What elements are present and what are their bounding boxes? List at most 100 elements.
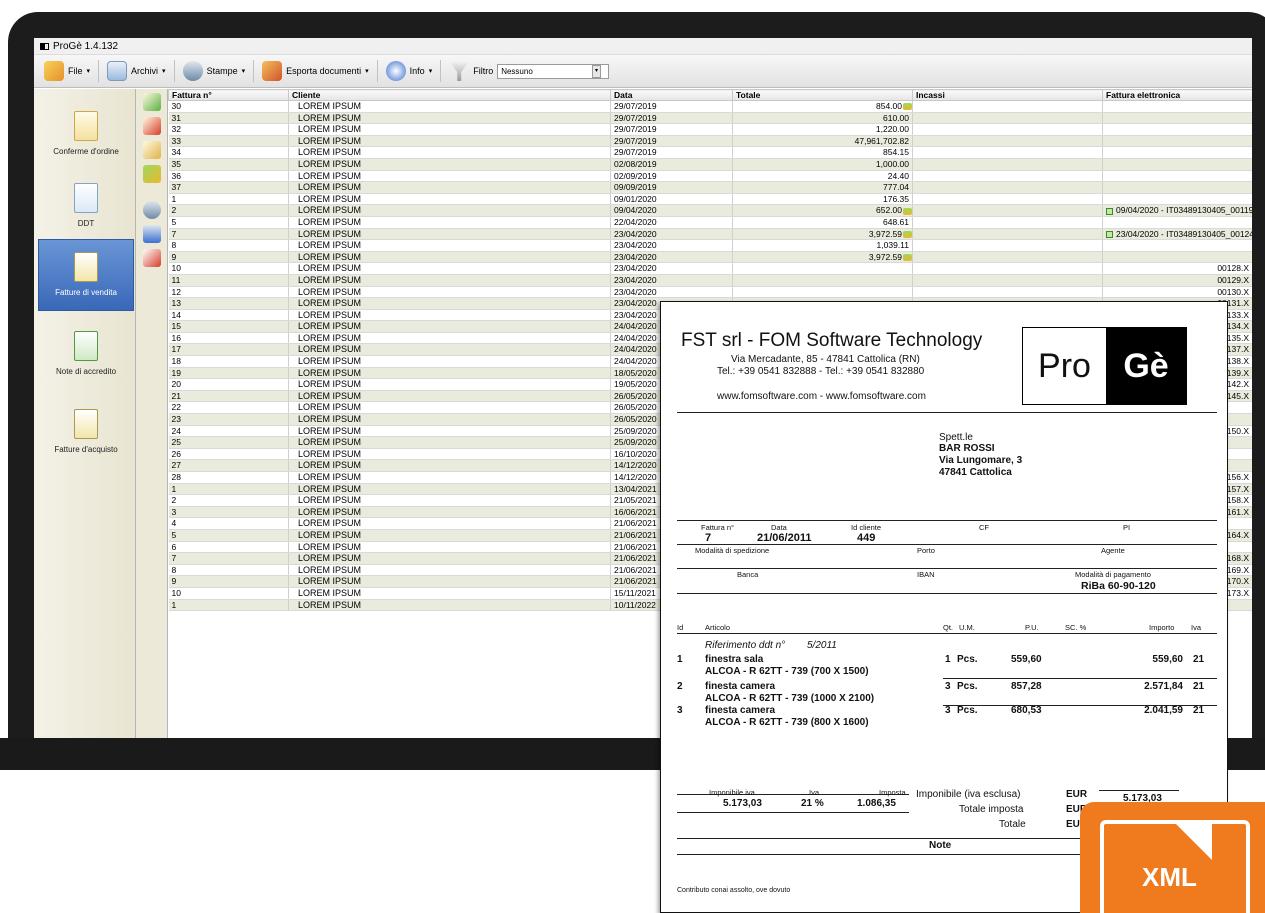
note-label: Note xyxy=(929,840,952,851)
cell-fattura-text: 16 xyxy=(171,332,181,343)
cell-fattura-text: 7 xyxy=(171,553,177,564)
table-row[interactable]: 36 LOREM IPSUM 02/09/2019 24.40 xyxy=(168,170,1252,183)
cell-fattura: 10 xyxy=(168,262,289,275)
cell-data-text: 15/11/2021 xyxy=(614,587,656,598)
cell-data-text: 10/11/2022 xyxy=(614,599,656,610)
table-row[interactable]: 37 LOREM IPSUM 09/09/2019 777.04 xyxy=(168,181,1252,194)
credit-note-icon xyxy=(74,331,98,361)
sidebar-item-fatture-vendita[interactable]: Fatture di vendita xyxy=(38,239,134,311)
table-row[interactable]: 2 LOREM IPSUM 09/04/2020 652.00 09/04/2020 -… xyxy=(168,204,1252,217)
payment-status-icon[interactable] xyxy=(903,207,912,215)
cell-data: 29/07/2019 xyxy=(610,146,733,159)
file-menu-button[interactable]: File ▾ xyxy=(38,57,96,85)
payment-status-icon[interactable] xyxy=(903,253,912,261)
company-address: Via Mercadante, 85 - 47841 Cattolica (RN… xyxy=(731,354,920,365)
cell-fattura-text: 19 xyxy=(171,367,181,378)
cell-data-text: 29/07/2019 xyxy=(614,101,657,111)
table-row[interactable]: 1 LOREM IPSUM 09/01/2020 176.35 xyxy=(168,193,1252,206)
column-header-fattura[interactable]: Fattura n° xyxy=(168,89,289,101)
cell-data-text: 02/09/2019 xyxy=(614,170,657,181)
recipient-street: Via Lungomare, 3 xyxy=(939,455,1023,466)
cell-data: 22/04/2020 xyxy=(610,216,733,229)
divider xyxy=(677,412,1217,413)
payment-status-icon[interactable] xyxy=(903,230,912,238)
payment-icon[interactable] xyxy=(143,165,161,183)
cell-cliente: LOREM IPSUM xyxy=(288,343,611,357)
printer-icon xyxy=(182,61,203,81)
archivi-menu-button[interactable]: Archivi ▾ xyxy=(101,57,172,85)
cell-data-text: 21/05/2021 xyxy=(614,495,657,506)
table-row[interactable]: 33 LOREM IPSUM 29/07/2019 47,961,702.82 xyxy=(168,135,1252,148)
table-row[interactable]: 30 LOREM IPSUM 29/07/2019 854.00 xyxy=(168,100,1252,113)
cell-cliente: LOREM IPSUM xyxy=(288,297,611,310)
table-row[interactable]: 8 LOREM IPSUM 23/04/2020 1,039.11 xyxy=(168,239,1252,252)
imposta-label: Imposta xyxy=(879,788,906,797)
cell-data: 23/04/2020 xyxy=(610,251,733,264)
stampe-menu-button[interactable]: Stampe ▾ xyxy=(177,57,252,85)
filter-dropdown-button[interactable]: ▾ xyxy=(592,65,601,78)
cell-fattura-text: 13 xyxy=(171,298,181,309)
item-importo: 2.041,59 xyxy=(1144,705,1183,716)
edit-document-icon[interactable] xyxy=(143,141,161,159)
totale-imposta-label: Totale imposta xyxy=(959,804,1024,815)
cell-data-text: 22/04/2020 xyxy=(614,216,657,227)
e-invoice-text: 09/04/2020 - IT03489130405_00119.X xyxy=(1116,205,1252,216)
sidebar-item-conferme-ordine[interactable]: Conferme d'ordine xyxy=(38,99,134,171)
filtro-control: Filtro Nessuno xyxy=(443,57,615,85)
table-row[interactable]: 10 LOREM IPSUM 23/04/2020 00128.X xyxy=(168,262,1252,275)
table-row[interactable]: 11 LOREM IPSUM 23/04/2020 00129.X xyxy=(168,274,1252,287)
cell-fattura-text: 32 xyxy=(171,124,181,135)
table-row[interactable]: 34 LOREM IPSUM 29/07/2019 854.15 xyxy=(168,146,1252,159)
filtro-label: Filtro xyxy=(473,66,494,76)
cell-fattura: 7 xyxy=(168,228,289,241)
table-row[interactable]: 9 LOREM IPSUM 23/04/2020 3,972.59 xyxy=(168,251,1252,264)
cell-cliente: LOREM IPSUM xyxy=(288,401,611,415)
print-preview-icon[interactable] xyxy=(143,225,161,243)
cell-cliente-text: LOREM IPSUM xyxy=(298,367,362,378)
cell-fattura-elettronica: 23/04/2020 - IT03489130405_00124.X xyxy=(1102,228,1252,241)
cell-cliente-text: LOREM IPSUM xyxy=(298,356,362,367)
logo-right: Gè xyxy=(1106,328,1186,404)
agente-label: Agente xyxy=(1101,546,1125,555)
column-header-totale[interactable]: Totale xyxy=(732,89,913,101)
cell-fattura-elettronica xyxy=(1102,112,1252,125)
sidebar-item-note-accredito[interactable]: Note di accredito xyxy=(38,319,134,391)
table-row[interactable]: 5 LOREM IPSUM 22/04/2020 648.61 xyxy=(168,216,1252,229)
table-row[interactable]: 7 LOREM IPSUM 23/04/2020 3,972.59 23/04/2020… xyxy=(168,228,1252,241)
cell-totale: 777.04 xyxy=(732,181,913,194)
item-um: Pcs. xyxy=(957,654,978,665)
footer-note: Contributo conai assolto, ove dovuto xyxy=(677,887,791,894)
esporta-documenti-menu-button[interactable]: Esporta documenti ▾ xyxy=(256,57,375,85)
col-importo: Importo xyxy=(1149,623,1175,632)
payment-status-icon[interactable] xyxy=(903,103,912,111)
sidebar-item-ddt[interactable]: DDT xyxy=(38,171,134,243)
cell-fattura-text: 9 xyxy=(171,251,177,262)
column-header-cliente[interactable]: Cliente xyxy=(288,89,611,101)
cell-cliente-text: LOREM IPSUM xyxy=(298,112,362,123)
action-bar xyxy=(136,89,168,738)
print-icon[interactable] xyxy=(143,201,161,219)
export-pdf-icon[interactable] xyxy=(143,249,161,267)
column-header-data[interactable]: Data xyxy=(610,89,733,101)
cell-cliente-text: LOREM IPSUM xyxy=(298,286,362,297)
cell-totale: 24.40 xyxy=(732,170,913,183)
archivi-label: Archivi xyxy=(131,66,159,76)
column-header-fattura-elettronica[interactable]: Fattura elettronica xyxy=(1102,89,1252,101)
delete-document-icon[interactable] xyxy=(143,117,161,135)
table-row[interactable]: 12 LOREM IPSUM 23/04/2020 00130.X xyxy=(168,286,1252,299)
table-row[interactable]: 32 LOREM IPSUM 29/07/2019 1,220.00 xyxy=(168,123,1252,136)
info-menu-button[interactable]: Info ▾ xyxy=(380,57,439,85)
cell-fattura-text: 3 xyxy=(171,506,177,517)
cell-incassi xyxy=(912,100,1103,113)
cell-fattura-text: 1 xyxy=(171,599,177,610)
cell-fattura: 13 xyxy=(168,297,289,310)
cell-cliente: LOREM IPSUM xyxy=(288,251,611,264)
table-row[interactable]: 31 LOREM IPSUM 29/07/2019 610.00 xyxy=(168,112,1252,125)
column-header-incassi[interactable]: Incassi xyxy=(912,89,1103,101)
cell-fattura: 31 xyxy=(168,112,289,125)
sidebar-item-fatture-acquisto[interactable]: Fatture d'acquisto xyxy=(38,397,134,469)
cell-cliente: LOREM IPSUM xyxy=(288,204,611,217)
cell-cliente-text: LOREM IPSUM xyxy=(298,564,362,575)
table-row[interactable]: 35 LOREM IPSUM 02/08/2019 1,000.00 xyxy=(168,158,1252,171)
add-document-icon[interactable] xyxy=(143,93,161,111)
